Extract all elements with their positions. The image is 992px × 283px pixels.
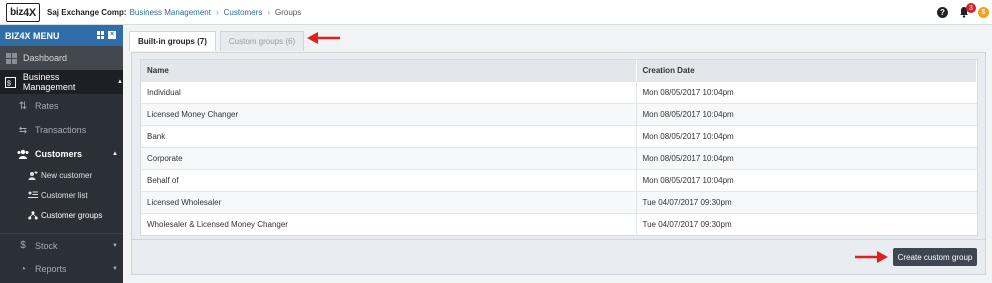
notification-badge: 3 xyxy=(966,3,976,13)
table-row[interactable]: Bank Mon 08/05/2017 10:04pm xyxy=(141,124,977,147)
table-row[interactable]: Corporate Mon 08/05/2017 10:04pm xyxy=(141,146,977,169)
sidebar-item-customer-groups[interactable]: Customer groups xyxy=(0,205,123,225)
list-icon xyxy=(28,189,38,201)
logo-text: biz xyxy=(10,7,24,18)
panel-footer: Create custom group xyxy=(132,239,985,274)
column-header-name[interactable]: Name xyxy=(141,60,637,81)
sidebar-item-label: New customer xyxy=(41,170,93,180)
sidebar-item-label: Rates xyxy=(35,101,59,111)
breadcrumb-business-management[interactable]: Business Management xyxy=(130,8,211,17)
tab-built-in-groups[interactable]: Built-in groups (7) xyxy=(129,31,216,51)
cell-name: Individual xyxy=(141,80,637,103)
cell-name: Licensed Money Changer xyxy=(141,102,637,125)
help-icon[interactable]: ? xyxy=(937,7,948,18)
chevron-up-icon: ▲ xyxy=(112,151,118,157)
coin-icon[interactable]: $ xyxy=(978,7,989,18)
sidebar-item-transactions[interactable]: ⇆ Transactions xyxy=(0,118,123,142)
breadcrumb: Saj Exchange Comp: Business Management ›… xyxy=(47,8,301,17)
grid-icon[interactable] xyxy=(97,31,105,39)
sidebar-item-new-customer[interactable]: New customer xyxy=(0,165,123,185)
sidebar-item-label: Customer list xyxy=(41,190,88,200)
cell-name: Behalf of xyxy=(141,168,637,191)
table-row[interactable]: Behalf of Mon 08/05/2017 10:04pm xyxy=(141,168,977,191)
rates-icon: ⇅ xyxy=(18,100,28,112)
cell-date: Mon 08/05/2017 10:04pm xyxy=(636,168,977,191)
sidebar-item-label: Customer groups xyxy=(41,210,103,220)
groups-icon xyxy=(28,209,38,221)
table-row[interactable]: Licensed Money Changer Mon 08/05/2017 10… xyxy=(141,102,977,125)
sidebar-item-label: Customers xyxy=(35,149,83,159)
breadcrumb-separator-icon: › xyxy=(215,8,219,17)
chevron-down-icon: ▼ xyxy=(112,266,118,272)
cell-date: Tue 04/07/2017 09:30pm xyxy=(636,190,977,213)
sidebar-item-label: Transactions xyxy=(35,125,87,135)
sidebar-item-label: Reports xyxy=(35,264,67,274)
sidebar-item-dashboard[interactable]: Dashboard xyxy=(0,46,123,70)
table-row[interactable]: Licensed Wholesaler Tue 04/07/2017 09:30… xyxy=(141,190,977,213)
create-custom-group-button[interactable]: Create custom group xyxy=(893,248,977,266)
biz4x-logo[interactable]: biz 4X xyxy=(6,3,40,22)
table-row[interactable]: Individual Mon 08/05/2017 10:04pm xyxy=(141,80,977,103)
sidebar-item-business-management[interactable]: $ Business Management ▲ xyxy=(0,70,123,94)
breadcrumb-customers[interactable]: Customers xyxy=(224,8,263,17)
logo-accent: 4X xyxy=(23,6,36,19)
sidebar: BIZ4X MENU × Dashboard $ Business Manage… xyxy=(0,25,123,283)
tab-custom-groups[interactable]: Custom groups (6) xyxy=(219,31,305,51)
sidebar-item-stock[interactable]: $ Stock ▼ xyxy=(0,233,123,257)
svg-text:$: $ xyxy=(7,80,11,87)
groups-table: Name Creation Date Individual Mon 08/05/… xyxy=(140,59,978,236)
chevron-down-icon: ▼ xyxy=(112,242,118,249)
sidebar-item-customer-list[interactable]: Customer list xyxy=(0,185,123,205)
sidebar-item-reports[interactable]: ◔ Reports ▼ xyxy=(0,257,123,281)
sidebar-title: BIZ4X MENU xyxy=(5,30,60,41)
annotation-arrow-icon xyxy=(855,251,888,263)
cell-name: Corporate xyxy=(141,146,637,169)
annotation-arrow-icon xyxy=(307,32,340,44)
cell-date: Mon 08/05/2017 10:04pm xyxy=(636,124,977,147)
cell-date: Tue 04/07/2017 09:30pm xyxy=(636,212,977,235)
sidebar-header: BIZ4X MENU × xyxy=(0,25,123,46)
business-icon: $ xyxy=(5,76,17,88)
cell-name: Wholesaler & Licensed Money Changer xyxy=(141,212,637,235)
breadcrumb-groups: Groups xyxy=(275,8,302,17)
breadcrumb-separator-icon: › xyxy=(267,8,270,17)
company-name: Saj Exchange Comp: xyxy=(47,8,127,17)
sidebar-item-label: Dashboard xyxy=(23,53,68,63)
transactions-icon: ⇆ xyxy=(18,124,28,136)
cell-date: Mon 08/05/2017 10:04pm xyxy=(636,146,977,169)
top-bar: biz 4X Saj Exchange Comp: Business Manage… xyxy=(0,0,992,25)
cell-name: Licensed Wholesaler xyxy=(141,190,637,213)
add-user-icon xyxy=(28,169,38,181)
cell-date: Mon 08/05/2017 10:04pm xyxy=(636,80,977,103)
cell-date: Mon 08/05/2017 10:04pm xyxy=(636,102,977,125)
users-icon xyxy=(17,148,29,160)
close-icon[interactable]: × xyxy=(108,31,116,39)
sidebar-item-label: Business Management xyxy=(22,72,76,92)
dashboard-icon xyxy=(5,52,17,64)
group-tabs: Built-in groups (7) Custom groups (6) xyxy=(129,31,308,51)
sidebar-item-label: Stock xyxy=(35,240,58,251)
cell-name: Bank xyxy=(141,124,637,147)
table-row[interactable]: Wholesaler & Licensed Money Changer Tue … xyxy=(141,212,977,235)
groups-panel: Name Creation Date Individual Mon 08/05/… xyxy=(131,52,986,275)
sidebar-item-rates[interactable]: ⇅ Rates xyxy=(0,94,123,118)
column-header-creation-date[interactable]: Creation Date xyxy=(636,60,977,81)
stock-icon: $ xyxy=(20,240,26,251)
sidebar-item-customers[interactable]: Customers ▲ xyxy=(0,142,123,166)
reports-icon: ◔ xyxy=(19,263,27,275)
main-content: Built-in groups (7) Custom groups (6) Na… xyxy=(123,25,992,283)
table-header-row: Name Creation Date xyxy=(141,60,977,81)
